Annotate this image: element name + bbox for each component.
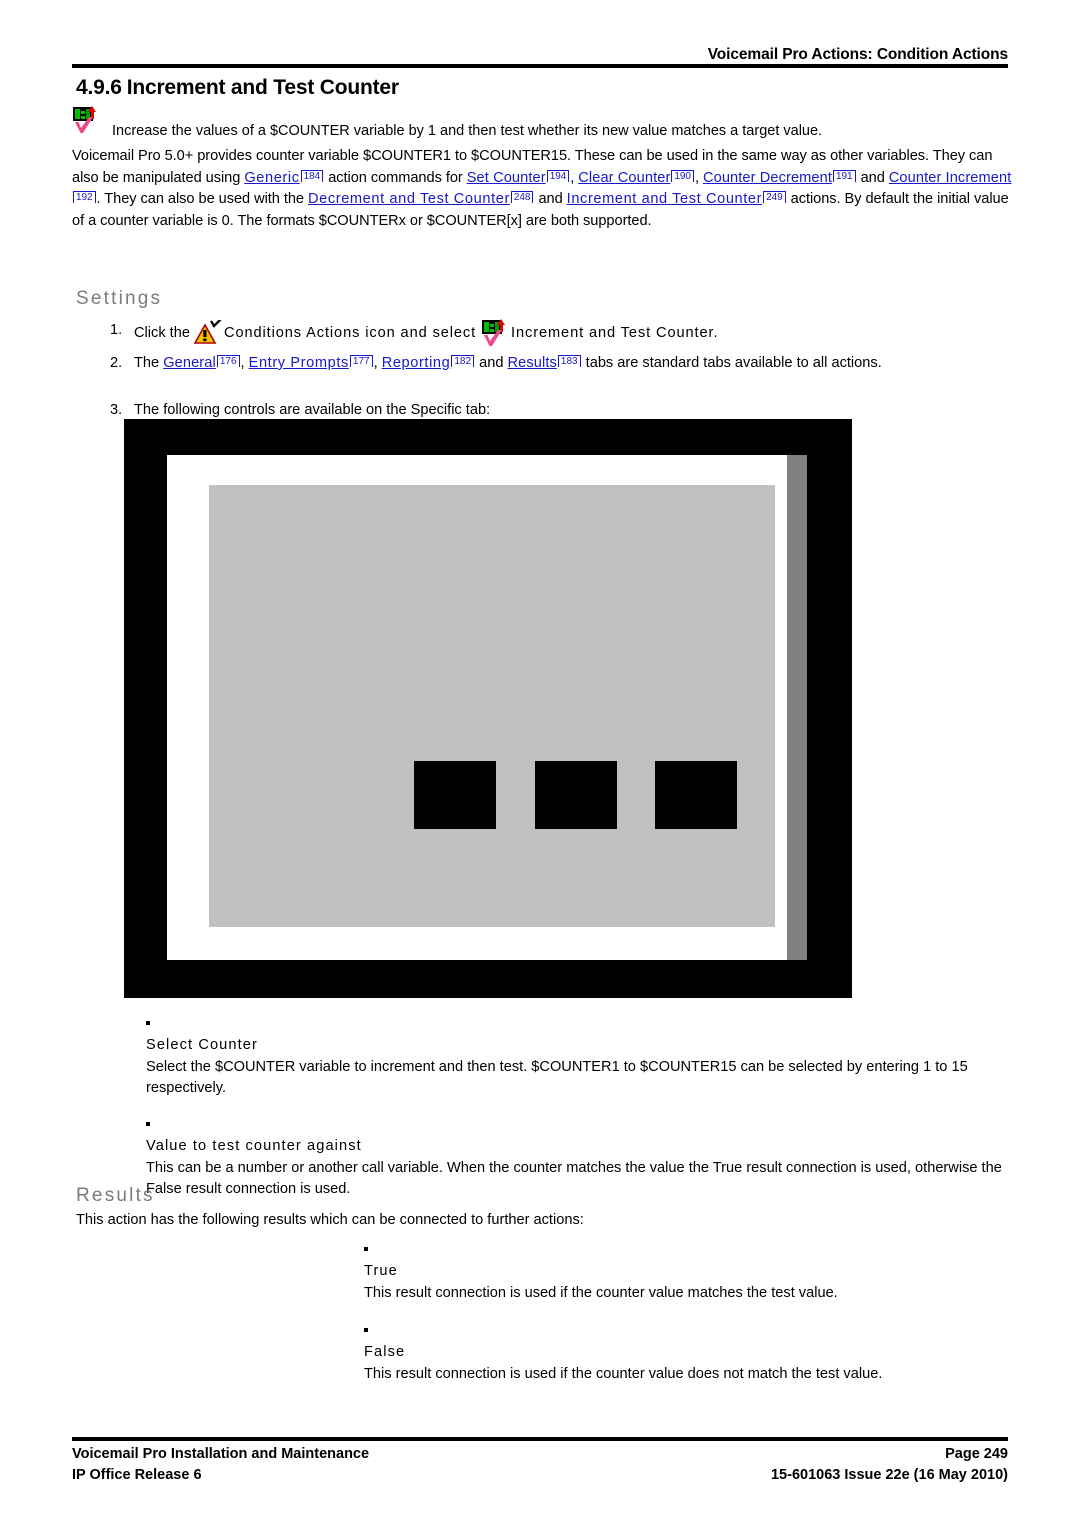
link-generic[interactable]: Generic	[244, 170, 299, 186]
document-page: Voicemail Pro Actions: Condition Actions…	[0, 0, 1080, 1528]
result-desc-false: This result connection is used if the co…	[364, 1366, 883, 1382]
control-term-value-to-test: Value to test counter against	[146, 1138, 362, 1154]
bullet-icon	[146, 1122, 150, 1126]
intro-paragraph: Voicemail Pro 5.0+ provides counter vari…	[72, 146, 1012, 232]
page-footer: Voicemail Pro Installation and Maintenan…	[72, 1444, 1008, 1486]
footer-issue: 15-601063 Issue 22e (16 May 2010)	[770, 1467, 1008, 1483]
footer-release: IP Office Release 6	[72, 1467, 202, 1483]
paragraph-text-5: and	[856, 169, 889, 186]
settings-step-3-text: The following controls are available on …	[134, 402, 491, 418]
page-title: 4.9.6 Increment and Test Counter	[76, 76, 399, 100]
settings-heading: Settings	[76, 288, 163, 309]
intro-text: Increase the values of a $COUNTER variab…	[112, 123, 823, 139]
pageref-decrement-and-test-counter[interactable]: 248	[510, 191, 534, 203]
pageref-general-tab[interactable]: 176	[216, 355, 240, 367]
page-header: Voicemail Pro Actions: Condition Actions	[72, 46, 1008, 64]
settings-step-1-marker: 1.	[110, 322, 123, 338]
pink-check-glyph	[484, 330, 503, 346]
list-item: Select Counter Select the $COUNTER varia…	[146, 1014, 1016, 1099]
list-item: True This result connection is used if t…	[364, 1240, 984, 1304]
settings-step-1: 1. Click the Conditions Actions icon and…	[110, 318, 1010, 350]
link-results-tab[interactable]: Results	[508, 355, 557, 371]
value-to-test-field[interactable]	[535, 761, 617, 829]
list-item: Value to test counter against This can b…	[146, 1115, 1016, 1200]
result-desc-true: This result connection is used if the co…	[364, 1285, 838, 1301]
settings-step-2-text-d: and	[475, 355, 508, 371]
pageref-counter-increment[interactable]: 192	[73, 191, 96, 203]
bullet-icon	[146, 1021, 150, 1025]
pageref-increment-and-test-counter[interactable]: 249	[763, 191, 786, 203]
footer-product-name: Voicemail Pro Installation and Maintenan…	[72, 1446, 370, 1462]
header-rule	[72, 64, 1008, 68]
pageref-set-counter[interactable]: 194	[546, 169, 570, 182]
settings-step-2-text-e: tabs are standard tabs available to all …	[581, 355, 882, 371]
bullet-icon	[364, 1247, 368, 1251]
result-term-true: True	[364, 1263, 398, 1279]
paragraph-text-7: and	[534, 191, 567, 207]
dialog-screenshot	[124, 419, 852, 998]
link-decrement-and-test-counter[interactable]: Decrement and Test Counter	[308, 191, 510, 207]
pageref-counter-decrement[interactable]: 191	[833, 169, 856, 182]
settings-step-1-text-b: Conditions Actions icon and select	[224, 324, 482, 341]
pageref-results-tab[interactable]: 183	[557, 355, 581, 367]
increment-and-test-counter-icon	[72, 106, 102, 137]
link-counter-decrement[interactable]: Counter Decrement	[703, 170, 832, 186]
footer-page-number: Page 249	[945, 1446, 1008, 1462]
dialog-specific-tab-panel	[209, 485, 775, 927]
pageref-entry-prompts-tab[interactable]: 177	[349, 355, 373, 367]
settings-step-2-text-c: ,	[373, 355, 382, 371]
link-general-tab[interactable]: General	[163, 355, 216, 371]
list-item: False This result connection is used if …	[364, 1321, 984, 1385]
link-entry-prompts-tab[interactable]: Entry Prompts	[249, 355, 349, 371]
link-set-counter[interactable]: Set Counter	[467, 170, 546, 186]
section-number: 4.9.6	[76, 76, 122, 99]
pageref-reporting-tab[interactable]: 182	[451, 355, 475, 367]
select-counter-field[interactable]	[414, 761, 496, 829]
results-heading: Results	[76, 1185, 155, 1206]
settings-step-2-text-a: The	[134, 355, 164, 371]
conditions-actions-icon	[193, 318, 224, 346]
control-term-select-counter: Select Counter	[146, 1037, 258, 1053]
pink-check-glyph	[75, 117, 93, 133]
dialog-extra-field[interactable]	[655, 761, 737, 829]
header-title: Voicemail Pro Actions: Condition Actions	[707, 46, 1008, 63]
pageref-clear-counter[interactable]: 190	[671, 169, 694, 182]
control-desc-select-counter: Select the $COUNTER variable to incremen…	[146, 1059, 968, 1096]
paragraph-text-6: . They can also be used with the	[96, 191, 308, 207]
settings-step-2-marker: 2.	[110, 355, 123, 371]
settings-step-3-marker: 3.	[110, 402, 123, 418]
footer-rule	[72, 1437, 1008, 1441]
settings-step-3: 3. The following controls are available …	[110, 400, 1010, 421]
control-desc-value-to-test: This can be a number or another call var…	[146, 1160, 1002, 1197]
results-list: True This result connection is used if t…	[364, 1240, 984, 1385]
increment-and-test-counter-icon-inline	[481, 319, 511, 350]
paragraph-text-4: ,	[694, 169, 703, 186]
settings-step-2-text-b: ,	[240, 355, 249, 371]
link-reporting-tab[interactable]: Reporting	[382, 355, 451, 371]
bullet-icon	[364, 1328, 368, 1332]
settings-step-1-text-a: Click the	[134, 324, 195, 341]
link-increment-and-test-counter[interactable]: Increment and Test Counter	[567, 191, 762, 207]
link-clear-counter[interactable]: Clear Counter	[578, 170, 670, 186]
pageref-generic[interactable]: 184	[300, 169, 324, 182]
results-intro: This action has the following results wh…	[76, 1212, 584, 1228]
section-title: Increment and Test Counter	[126, 76, 399, 99]
settings-step-1-text-c: Increment and Test Counter.	[511, 324, 719, 341]
link-counter-increment[interactable]: Counter Increment	[889, 170, 1012, 186]
intro-block: Increase the values of a $COUNTER variab…	[72, 106, 1012, 139]
specific-controls-list: Select Counter Select the $COUNTER varia…	[146, 1014, 1016, 1200]
settings-step-2: 2. The General 176, Entry Prompts 177, Rep…	[110, 353, 990, 374]
paragraph-text-2: action commands for	[324, 169, 467, 186]
result-term-false: False	[364, 1344, 406, 1360]
